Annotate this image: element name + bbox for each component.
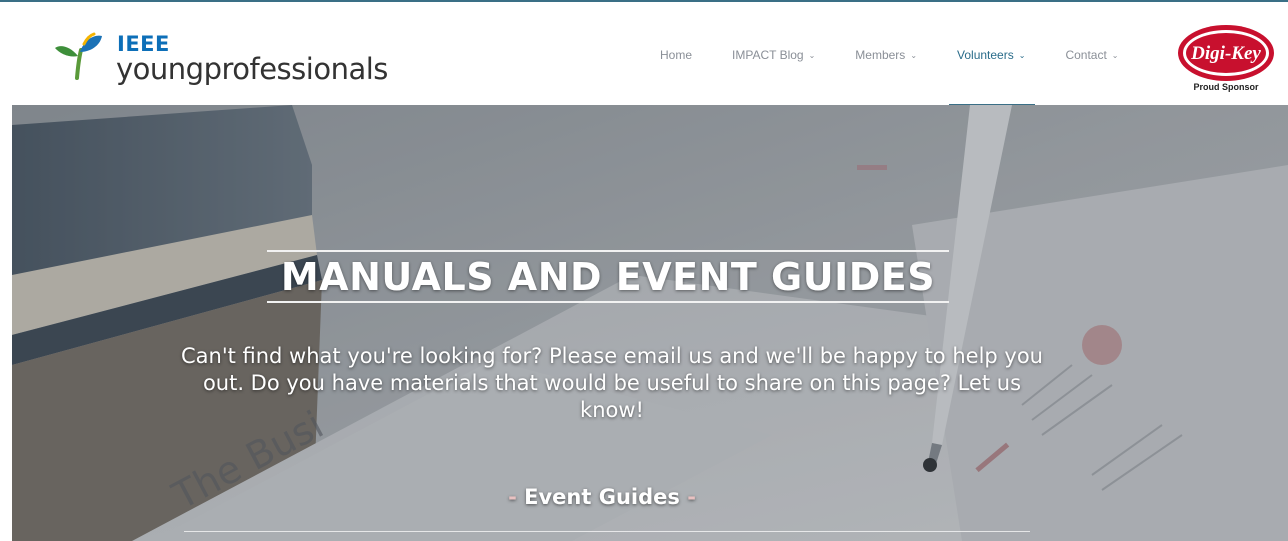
nav-item-impact-blog[interactable]: IMPACT Blog ⌄ bbox=[712, 2, 835, 107]
hero-background-image: The Busi bbox=[12, 105, 1288, 541]
nav-item-label: IMPACT Blog bbox=[732, 47, 804, 62]
chevron-down-icon: ⌄ bbox=[808, 51, 816, 60]
nav-item-members[interactable]: Members ⌄ bbox=[835, 2, 937, 107]
heading-prefix: - bbox=[508, 485, 517, 509]
digikey-logo-icon: Digi-Key bbox=[1178, 25, 1274, 81]
section-heading-event-guides: - Event Guides - bbox=[412, 485, 792, 509]
section-heading-text: Event Guides bbox=[524, 485, 680, 509]
chevron-down-icon: ⌄ bbox=[910, 51, 918, 60]
hero-subtitle: Can't find what you're looking for? Plea… bbox=[180, 344, 1043, 422]
hero-banner: The Busi MANUALS AND EVENT GUIDES Can't … bbox=[12, 105, 1288, 541]
chevron-down-icon: ⌄ bbox=[1018, 51, 1026, 60]
sponsor-logo[interactable]: Digi-Key Proud Sponsor bbox=[1176, 22, 1276, 98]
section-divider bbox=[184, 531, 1030, 532]
nav-item-label: Volunteers bbox=[957, 47, 1014, 62]
sprout-logo-icon bbox=[55, 32, 102, 80]
nav-item-home[interactable]: Home bbox=[640, 2, 712, 107]
hero-title-frame: MANUALS AND EVENT GUIDES bbox=[267, 250, 949, 303]
site-header: IEEE youngprofessionals Home IMPACT Blog… bbox=[0, 0, 1288, 107]
sponsor-label: Proud Sponsor bbox=[1193, 82, 1259, 92]
site-logo[interactable]: IEEE youngprofessionals bbox=[54, 30, 388, 92]
nav-item-label: Home bbox=[660, 47, 693, 62]
nav-item-contact[interactable]: Contact ⌄ bbox=[1045, 2, 1138, 107]
nav-item-label: Members bbox=[855, 47, 906, 62]
chevron-down-icon: ⌄ bbox=[1111, 51, 1119, 60]
main-nav: Home IMPACT Blog ⌄ Members ⌄ Volunteers … bbox=[640, 2, 1139, 107]
nav-item-label: Contact bbox=[1065, 47, 1107, 62]
page-title: MANUALS AND EVENT GUIDES bbox=[280, 255, 936, 299]
logo-brand-name: youngprofessionals bbox=[116, 52, 388, 86]
sponsor-logo-text: Digi-Key bbox=[1190, 43, 1261, 64]
nav-item-volunteers[interactable]: Volunteers ⌄ bbox=[937, 2, 1045, 107]
heading-suffix: - bbox=[687, 485, 696, 509]
